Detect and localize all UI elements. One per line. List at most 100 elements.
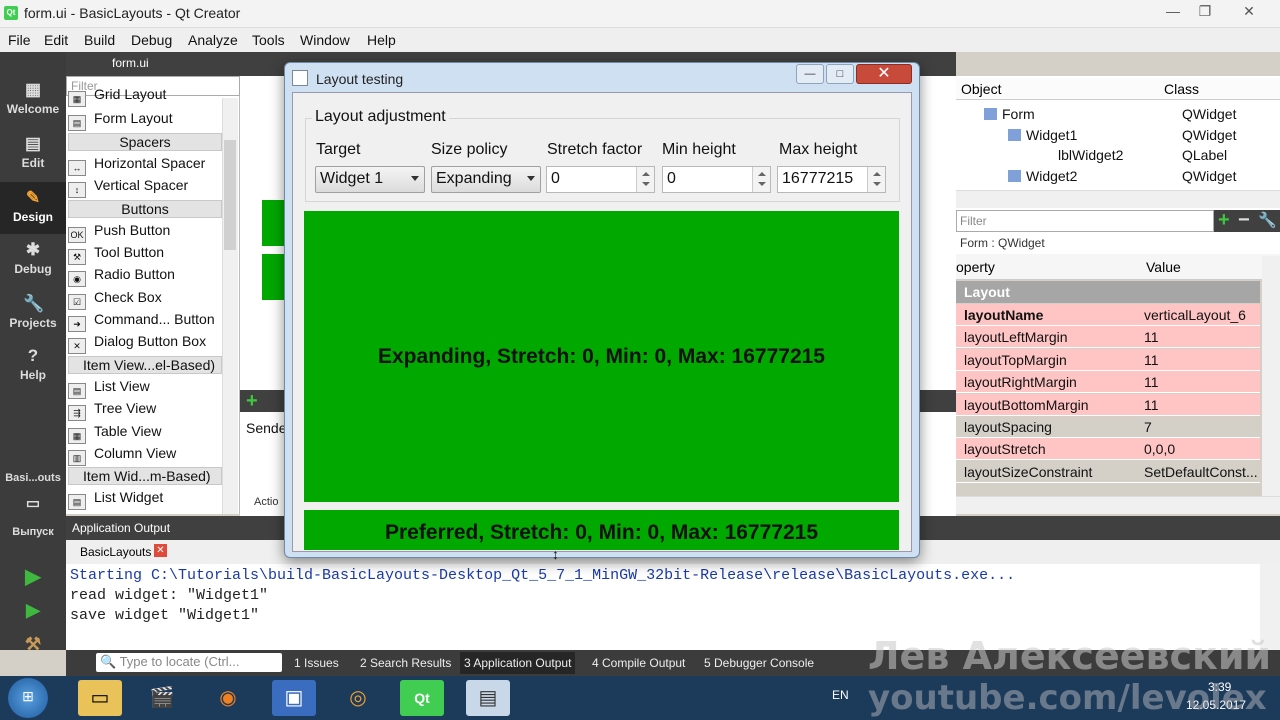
widget-item[interactable]: ▤ List Widget [68,489,163,511]
menu-tools[interactable]: Tools [252,32,285,48]
build-hammer-icon[interactable]: ⚒ [0,634,66,660]
form-ui-tab[interactable]: form.ui [112,56,149,70]
start-button-icon[interactable]: ⊞ [8,678,48,718]
property-value[interactable]: 11 [1144,397,1159,413]
issues-tab[interactable]: 1 Issues [294,656,339,670]
widget-item[interactable]: ✕ Dialog Button Box [68,333,206,355]
run-icon[interactable]: ▶ [0,564,66,590]
widget1-area[interactable]: Expanding, Stretch: 0, Min: 0, Max: 1677… [304,211,899,502]
add-property-icon[interactable]: + [1218,209,1230,232]
mode-edit[interactable]: ▤ Edit [0,134,66,182]
property-value[interactable]: 11 [1144,374,1159,390]
close-tab-icon[interactable]: ✕ [154,544,167,557]
property-section-layout[interactable]: Layout [956,281,1260,303]
dialog-maximize-button[interactable]: □ [826,64,854,84]
explorer-icon[interactable]: ▭ [78,680,122,716]
property-hscrollbar[interactable] [956,496,1280,514]
compile-output-tab[interactable]: 4 Compile Output [592,656,685,670]
menu-help[interactable]: Help [367,32,396,48]
widget-item[interactable]: ⇶ Tree View [68,400,156,422]
widget-category[interactable]: Buttons [68,199,222,218]
widget-item[interactable]: ➜ Command... Button [68,311,215,333]
monitor-icon[interactable]: ▭ [0,494,66,516]
spin-arrows-icon[interactable] [752,167,770,192]
add-icon[interactable]: + [246,390,258,413]
widget-category[interactable]: Item View...el-Based) [68,355,222,374]
menu-window[interactable]: Window [300,32,350,48]
mode-help[interactable]: ? Help [0,346,66,394]
spin-arrows-icon[interactable] [636,167,654,192]
size-policy-combo[interactable]: Expanding [431,166,541,193]
property-row[interactable]: layoutSizeConstraint SetDefaultConst... [956,461,1260,483]
search-results-tab[interactable]: 2 Search Results [360,656,451,670]
widget-box-scroll-thumb[interactable] [224,140,236,250]
property-row[interactable]: layoutSpacing 7 [956,416,1260,438]
kit-selector-label[interactable]: Basi...outs [0,472,66,488]
menu-debug[interactable]: Debug [131,32,172,48]
widget-item[interactable]: ◉ Radio Button [68,266,175,288]
clapperboard-icon[interactable]: 🎬 [140,680,184,716]
property-value[interactable]: verticalLayout_6 [1144,307,1246,323]
property-scrollbar[interactable] [1262,256,1280,504]
menu-edit[interactable]: Edit [44,32,68,48]
mode-projects[interactable]: 🔧 Projects [0,294,66,342]
close-window-button[interactable]: ✕ [1236,2,1262,22]
property-value[interactable]: SetDefaultConst... [1144,464,1258,480]
property-row[interactable]: layoutName verticalLayout_6 [956,304,1260,326]
property-filter-input[interactable]: Filter [956,210,1214,232]
object-tree-row[interactable]: Form QWidget [956,104,1256,124]
property-value[interactable]: 7 [1144,419,1152,435]
widget-item[interactable]: ▤ Form Layout [68,110,173,132]
widget-item[interactable]: ▦ Table View [68,423,161,445]
app-window-icon[interactable]: ▤ [466,680,510,716]
widget-item[interactable]: ▤ List View [68,378,150,400]
property-value[interactable]: 11 [1144,352,1159,368]
property-value[interactable]: 11 [1144,329,1159,345]
form-widget1-preview[interactable] [262,200,286,246]
output-tab-basiclayouts[interactable]: BasicLayouts [80,545,151,559]
mode-welcome[interactable]: ▦ Welcome [0,80,66,128]
mode-design[interactable]: ✎ Design [0,182,66,234]
minimize-button[interactable]: — [1160,2,1186,22]
language-indicator[interactable]: EN [832,688,849,702]
dialog-minimize-button[interactable]: — [796,64,824,84]
widget-item[interactable]: ▦ Grid Layout [68,86,166,108]
form-widget2-preview[interactable] [262,254,286,300]
property-row[interactable]: layoutTopMargin 11 [956,348,1260,371]
property-row[interactable]: layoutStretch 0,0,0 [956,438,1260,461]
save-disk-icon[interactable]: ▣ [272,680,316,716]
firefox-icon[interactable]: ◉ [206,680,250,716]
locator-input[interactable]: 🔍 Type to locate (Ctrl... [96,653,282,672]
object-inspector-hscrollbar[interactable] [956,190,1280,208]
widget-item[interactable]: OK Push Button [68,222,170,244]
min-height-spinbox[interactable]: 0 [662,166,771,193]
property-row[interactable]: layoutRightMargin 11 [956,371,1260,394]
application-output-tab[interactable]: 3 Application Output [460,652,576,674]
menu-build[interactable]: Build [84,32,115,48]
dialog-close-button[interactable]: ✕ [856,64,912,84]
stretch-factor-spinbox[interactable]: 0 [546,166,655,193]
menu-analyze[interactable]: Analyze [188,32,238,48]
eye-app-icon[interactable]: ◎ [336,680,380,716]
mode-debug[interactable]: ✱ Debug [0,240,66,288]
object-tree-row[interactable]: lblWidget2 QLabel [956,145,1256,165]
widget-category[interactable]: Item Wid...m-Based) [68,467,222,486]
widget-item[interactable]: ⚒ Tool Button [68,244,164,266]
target-combo[interactable]: Widget 1 [315,166,425,193]
property-row[interactable]: layoutLeftMargin 11 [956,326,1260,349]
action-editor-tab[interactable]: Actio [254,496,278,508]
widget-item[interactable]: ↕ Vertical Spacer [68,177,188,199]
debug-run-icon[interactable]: ▶ [0,600,66,626]
configure-wrench-icon[interactable]: 🔧 [1258,211,1277,229]
maximize-button[interactable]: ❐ [1192,2,1218,22]
object-tree-row[interactable]: Widget1 QWidget [956,125,1256,145]
property-row[interactable]: layoutBottomMargin 11 [956,393,1260,416]
qt-creator-taskbar-icon[interactable]: Qt [400,680,444,716]
widget-item[interactable]: ☑ Check Box [68,289,162,311]
object-tree-row[interactable]: Widget2 QWidget [956,166,1256,186]
widget-category[interactable]: Spacers [68,132,222,151]
widget-item[interactable]: ↔ Horizontal Spacer [68,155,205,177]
property-value[interactable]: 0,0,0 [1144,441,1175,457]
menu-file[interactable]: File [8,32,31,48]
debugger-console-tab[interactable]: 5 Debugger Console [704,656,814,670]
